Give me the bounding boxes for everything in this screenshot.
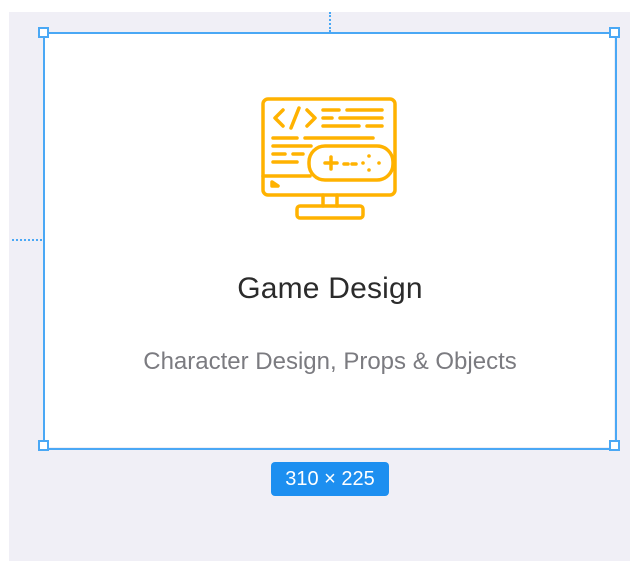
resize-handle-top-left[interactable]: [38, 27, 49, 38]
horizontal-smart-guide: [12, 239, 42, 241]
selection-outline: [43, 32, 617, 450]
vertical-smart-guide: [329, 12, 331, 32]
resize-handle-top-right[interactable]: [609, 27, 620, 38]
resize-handle-bottom-left[interactable]: [38, 440, 49, 451]
resize-handle-bottom-right[interactable]: [609, 440, 620, 451]
dimensions-badge: 310 × 225: [271, 462, 389, 496]
